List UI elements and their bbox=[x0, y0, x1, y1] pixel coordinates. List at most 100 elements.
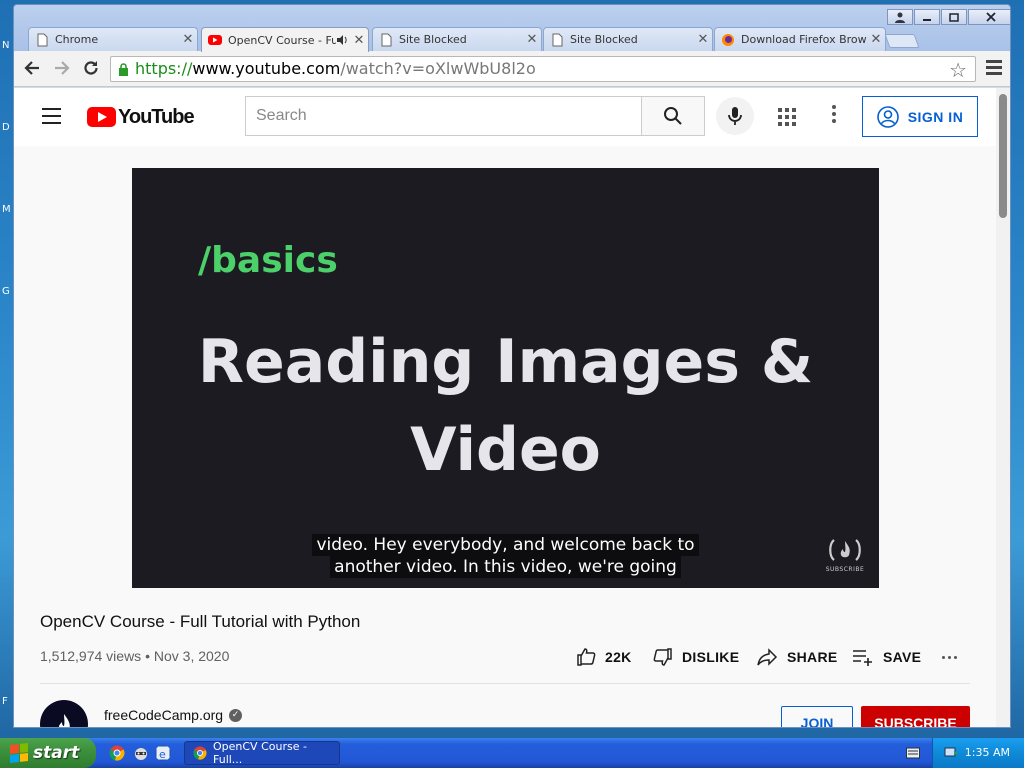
like-button[interactable]: 22K bbox=[576, 645, 632, 669]
youtube-logo[interactable]: YouTube bbox=[87, 105, 195, 128]
taskbar-window-button[interactable]: OpenCV Course - Full... bbox=[184, 740, 340, 766]
browser-toolbar: https://www.youtube.com/watch?v=oXlwWbU8… bbox=[14, 51, 1010, 87]
user-icon[interactable] bbox=[887, 9, 913, 25]
verified-badge-icon: ✓ bbox=[229, 709, 242, 722]
url-scheme: https:// bbox=[135, 59, 193, 78]
tab-download-firefox[interactable]: Download Firefox Brows ✕ bbox=[714, 27, 886, 51]
scrollbar-thumb[interactable] bbox=[999, 94, 1007, 218]
browser-menu-icon[interactable] bbox=[986, 60, 1002, 78]
new-tab-button[interactable] bbox=[884, 34, 920, 48]
dislike-button[interactable]: DISLIKE bbox=[653, 645, 739, 669]
tab-title: Chrome bbox=[55, 33, 99, 46]
svg-text:e: e bbox=[159, 748, 166, 761]
channel-avatar[interactable] bbox=[40, 700, 88, 727]
search-input[interactable]: Search bbox=[245, 96, 642, 136]
account-circle-icon bbox=[876, 105, 899, 128]
freecodecamp-flame-icon bbox=[58, 714, 70, 727]
address-bar[interactable]: https://www.youtube.com/watch?v=oXlwWbU8… bbox=[110, 56, 976, 82]
thumbs-up-icon bbox=[577, 648, 596, 666]
thumbs-down-icon bbox=[653, 648, 672, 666]
system-tray: 1:35 AM bbox=[932, 738, 1024, 768]
start-button[interactable]: start bbox=[0, 738, 96, 768]
document-icon bbox=[37, 33, 48, 46]
document-icon bbox=[381, 33, 392, 46]
youtube-page: YouTube Search SIGN IN /basics Reading I… bbox=[14, 88, 998, 727]
desktop-icon-label: G bbox=[2, 286, 10, 297]
tab-close-icon[interactable]: ✕ bbox=[179, 32, 197, 47]
settings-kebab-icon[interactable] bbox=[832, 105, 836, 126]
chrome-icon bbox=[193, 746, 207, 760]
video-player[interactable]: /basics Reading Images & Video video. He… bbox=[132, 168, 879, 588]
forward-icon[interactable] bbox=[52, 59, 72, 79]
tab-strip: Chrome ✕ OpenCV Course - Ful ✕ Site Bloc… bbox=[14, 5, 1010, 52]
network-tray-icon[interactable] bbox=[943, 745, 959, 761]
tab-title: Site Blocked bbox=[399, 33, 467, 46]
url-host: www.youtube.com bbox=[192, 59, 341, 78]
reload-icon[interactable] bbox=[81, 59, 101, 79]
closed-captions: video. Hey everybody, and welcome back t… bbox=[132, 534, 879, 578]
tab-close-icon[interactable]: ✕ bbox=[523, 32, 541, 47]
page-scrollbar[interactable] bbox=[996, 88, 1010, 727]
view-count: 1,512,974 views bbox=[40, 648, 142, 664]
video-title: OpenCV Course - Full Tutorial with Pytho… bbox=[40, 612, 361, 631]
join-button[interactable]: JOIN bbox=[781, 706, 853, 727]
search-button[interactable] bbox=[641, 96, 705, 136]
tab-close-icon[interactable]: ✕ bbox=[694, 32, 712, 47]
sign-in-label: SIGN IN bbox=[907, 108, 964, 125]
voice-search-button[interactable] bbox=[716, 97, 754, 135]
share-button[interactable]: SHARE bbox=[756, 645, 838, 669]
chrome-quicklaunch-icon[interactable] bbox=[109, 745, 125, 761]
tab-close-icon[interactable]: ✕ bbox=[867, 32, 885, 47]
desktop-icon-label: M bbox=[2, 204, 11, 215]
tab-title: Site Blocked bbox=[570, 33, 638, 46]
keyboard-icon[interactable] bbox=[906, 747, 920, 759]
channel-name[interactable]: freeCodeCamp.org bbox=[104, 707, 223, 723]
taskbar-window-title: OpenCV Course - Full... bbox=[213, 740, 307, 766]
start-label: start bbox=[33, 743, 80, 763]
tab-opencv-course[interactable]: OpenCV Course - Ful ✕ bbox=[201, 27, 369, 52]
divider bbox=[40, 683, 970, 684]
minimize-icon[interactable] bbox=[914, 9, 940, 25]
caption-line-2: another video. In this video, we're goin… bbox=[330, 556, 681, 578]
bookmark-star-icon[interactable]: ☆ bbox=[949, 58, 967, 82]
apps-grid-icon[interactable] bbox=[778, 108, 796, 126]
close-icon[interactable] bbox=[968, 9, 1010, 25]
youtube-wordmark: YouTube bbox=[118, 105, 195, 128]
sign-in-button[interactable]: SIGN IN bbox=[862, 96, 978, 137]
tab-site-blocked-2[interactable]: Site Blocked ✕ bbox=[543, 27, 713, 51]
channel-watermark[interactable]: SUBSCRIBE bbox=[825, 538, 865, 573]
tab-close-icon[interactable]: ✕ bbox=[350, 33, 368, 48]
back-icon[interactable] bbox=[22, 59, 42, 79]
subscribe-button[interactable]: SUBSCRIBE bbox=[861, 706, 970, 727]
share-label: SHARE bbox=[787, 649, 838, 665]
windows-flag-icon bbox=[10, 743, 28, 763]
youtube-play-icon bbox=[87, 107, 116, 127]
upload-date: Nov 3, 2020 bbox=[153, 648, 230, 664]
window-controls bbox=[886, 9, 1010, 27]
desktop-icon-label: D bbox=[2, 122, 10, 133]
tab-site-blocked-1[interactable]: Site Blocked ✕ bbox=[372, 27, 542, 51]
meta-separator: • bbox=[145, 648, 150, 664]
share-arrow-icon bbox=[757, 648, 778, 666]
speaker-icon[interactable] bbox=[336, 34, 348, 46]
headline-line-1: Reading Images & bbox=[197, 327, 814, 397]
caption-line-1: video. Hey everybody, and welcome back t… bbox=[312, 534, 699, 556]
clock[interactable]: 1:35 AM bbox=[965, 746, 1010, 759]
tab-chrome[interactable]: Chrome ✕ bbox=[28, 27, 198, 51]
hamburger-menu-icon[interactable] bbox=[42, 108, 61, 129]
restore-icon[interactable] bbox=[941, 9, 967, 25]
search-icon bbox=[664, 107, 682, 125]
video-frame-headline: Reading Images & Video bbox=[132, 318, 879, 494]
desktop-icon-label: F bbox=[2, 696, 8, 707]
taskbar: start e OpenCV Course - Full... 1:35 AM bbox=[0, 738, 1024, 768]
save-button[interactable]: SAVE bbox=[852, 645, 921, 669]
tab-title: OpenCV Course - Ful bbox=[228, 33, 336, 47]
playlist-add-icon bbox=[853, 650, 872, 666]
freecodecamp-logo-icon bbox=[829, 539, 861, 561]
ie-quicklaunch-icon[interactable]: e bbox=[155, 745, 171, 761]
microphone-icon bbox=[728, 107, 742, 125]
save-label: SAVE bbox=[883, 649, 922, 665]
document-icon bbox=[552, 33, 563, 46]
more-actions-icon[interactable] bbox=[942, 656, 960, 659]
raccoon-quicklaunch-icon[interactable] bbox=[133, 745, 149, 761]
